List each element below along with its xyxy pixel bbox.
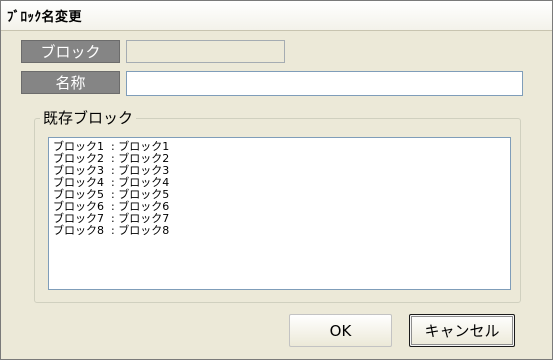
cancel-button[interactable]: キャンセル (409, 314, 515, 347)
block-field (126, 40, 285, 63)
window-title: ﾌﾞﾛｯｸ名変更 (7, 10, 83, 25)
name-label: 名称 (21, 71, 120, 94)
rename-block-dialog: ﾌﾞﾛｯｸ名変更 ブロック 名称 既存ブロック ブロック1 : ブロック1 ブロ… (0, 0, 553, 360)
existing-blocks-legend: 既存ブロック (40, 107, 137, 128)
name-input[interactable] (126, 71, 523, 96)
title-bar[interactable]: ﾌﾞﾛｯｸ名変更 (1, 1, 552, 31)
list-item[interactable]: ブロック8 : ブロック8 (53, 225, 506, 237)
existing-blocks-list[interactable]: ブロック1 : ブロック1 ブロック2 : ブロック2 ブロック3 : ブロック… (48, 137, 511, 290)
block-label: ブロック (21, 40, 120, 63)
ok-button[interactable]: OK (289, 314, 392, 347)
